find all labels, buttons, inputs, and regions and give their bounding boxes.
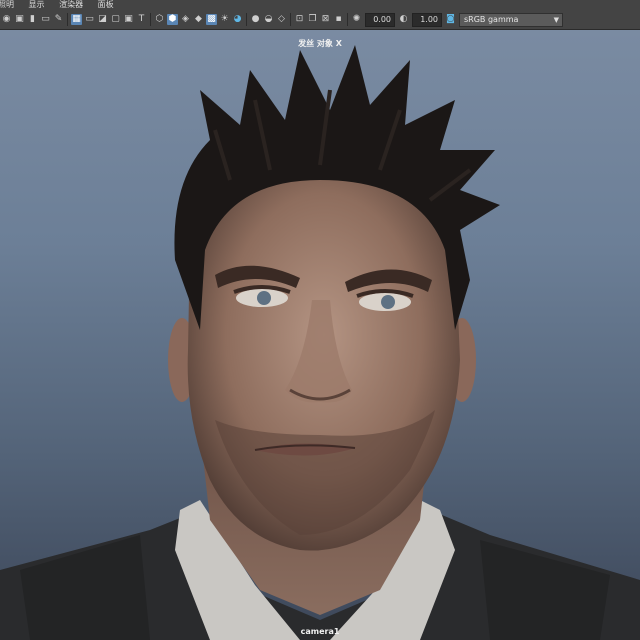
color-space-value: sRGB gamma: [464, 14, 519, 24]
chevron-down-icon: ▼: [553, 15, 559, 24]
menu-show[interactable]: 显示: [29, 0, 45, 10]
toolbar-divider: [246, 13, 247, 26]
ambient-occlusion-icon[interactable]: ●: [250, 14, 261, 25]
menu-lighting[interactable]: 照明: [0, 0, 14, 10]
textured-icon[interactable]: ▩: [206, 14, 217, 25]
wireframe-icon[interactable]: ⬡: [154, 14, 165, 25]
safe-title-icon[interactable]: T: [136, 14, 147, 25]
isolate-icon[interactable]: ⊡: [294, 14, 305, 25]
camera-lock-icon[interactable]: ▣: [14, 14, 25, 25]
gamma-icon[interactable]: ◐: [398, 14, 409, 25]
shadows-icon[interactable]: ◕: [232, 14, 243, 25]
backface-icon[interactable]: ▪: [333, 14, 344, 25]
xray-joints-icon[interactable]: ⊠: [320, 14, 331, 25]
3d-viewport[interactable]: 发丝 对象 X camera1: [0, 30, 640, 640]
exposure-field[interactable]: 0.00: [365, 12, 395, 27]
xray-icon[interactable]: ❐: [307, 14, 318, 25]
menu-panels[interactable]: 面板: [98, 0, 114, 10]
iris-right: [381, 295, 395, 309]
image-plane-icon[interactable]: ▭: [40, 14, 51, 25]
camera-select-icon[interactable]: ◉: [1, 14, 12, 25]
flat-shade-icon[interactable]: ◆: [193, 14, 204, 25]
gamma-field[interactable]: 1.00: [412, 12, 442, 27]
color-space-dropdown[interactable]: sRGB gamma ▼: [459, 12, 563, 27]
shaded-wire-icon[interactable]: ◈: [180, 14, 191, 25]
toolbar-divider: [67, 13, 68, 26]
grease-pencil-icon[interactable]: ✎: [53, 14, 64, 25]
iris-left: [257, 291, 271, 305]
hud-object-info: 发丝 对象 X: [298, 39, 342, 48]
lights-icon[interactable]: ☀: [219, 14, 230, 25]
multisample-icon[interactable]: ◇: [276, 14, 287, 25]
exposure-icon[interactable]: ✺: [351, 14, 362, 25]
color-management-icon[interactable]: ◙: [445, 14, 456, 25]
safe-action-icon[interactable]: ▣: [123, 14, 134, 25]
toolbar-divider: [347, 13, 348, 26]
character-render: [0, 45, 640, 640]
menu-renderer[interactable]: 渲染器: [59, 0, 83, 10]
motion-blur-icon[interactable]: ◒: [263, 14, 274, 25]
viewport-toolbar: ◉ ▣ ▮ ▭ ✎ ▦ ▭ ◪ ▢ ▣ T ⬡ ⬢ ◈ ◆ ▩ ☀ ◕ ● ◒ …: [0, 10, 640, 30]
camera-label: camera1: [300, 627, 340, 636]
gate-mask-icon[interactable]: ▢: [110, 14, 121, 25]
toolbar-divider: [290, 13, 291, 26]
resolution-gate-icon[interactable]: ◪: [97, 14, 108, 25]
smooth-shade-icon[interactable]: ⬢: [167, 14, 178, 25]
bookmark-icon[interactable]: ▮: [27, 14, 38, 25]
menubar: 照明 显示 渲染器 面板: [0, 0, 640, 10]
toolbar-divider: [150, 13, 151, 26]
grid-icon[interactable]: ▦: [71, 14, 82, 25]
film-gate-icon[interactable]: ▭: [84, 14, 95, 25]
